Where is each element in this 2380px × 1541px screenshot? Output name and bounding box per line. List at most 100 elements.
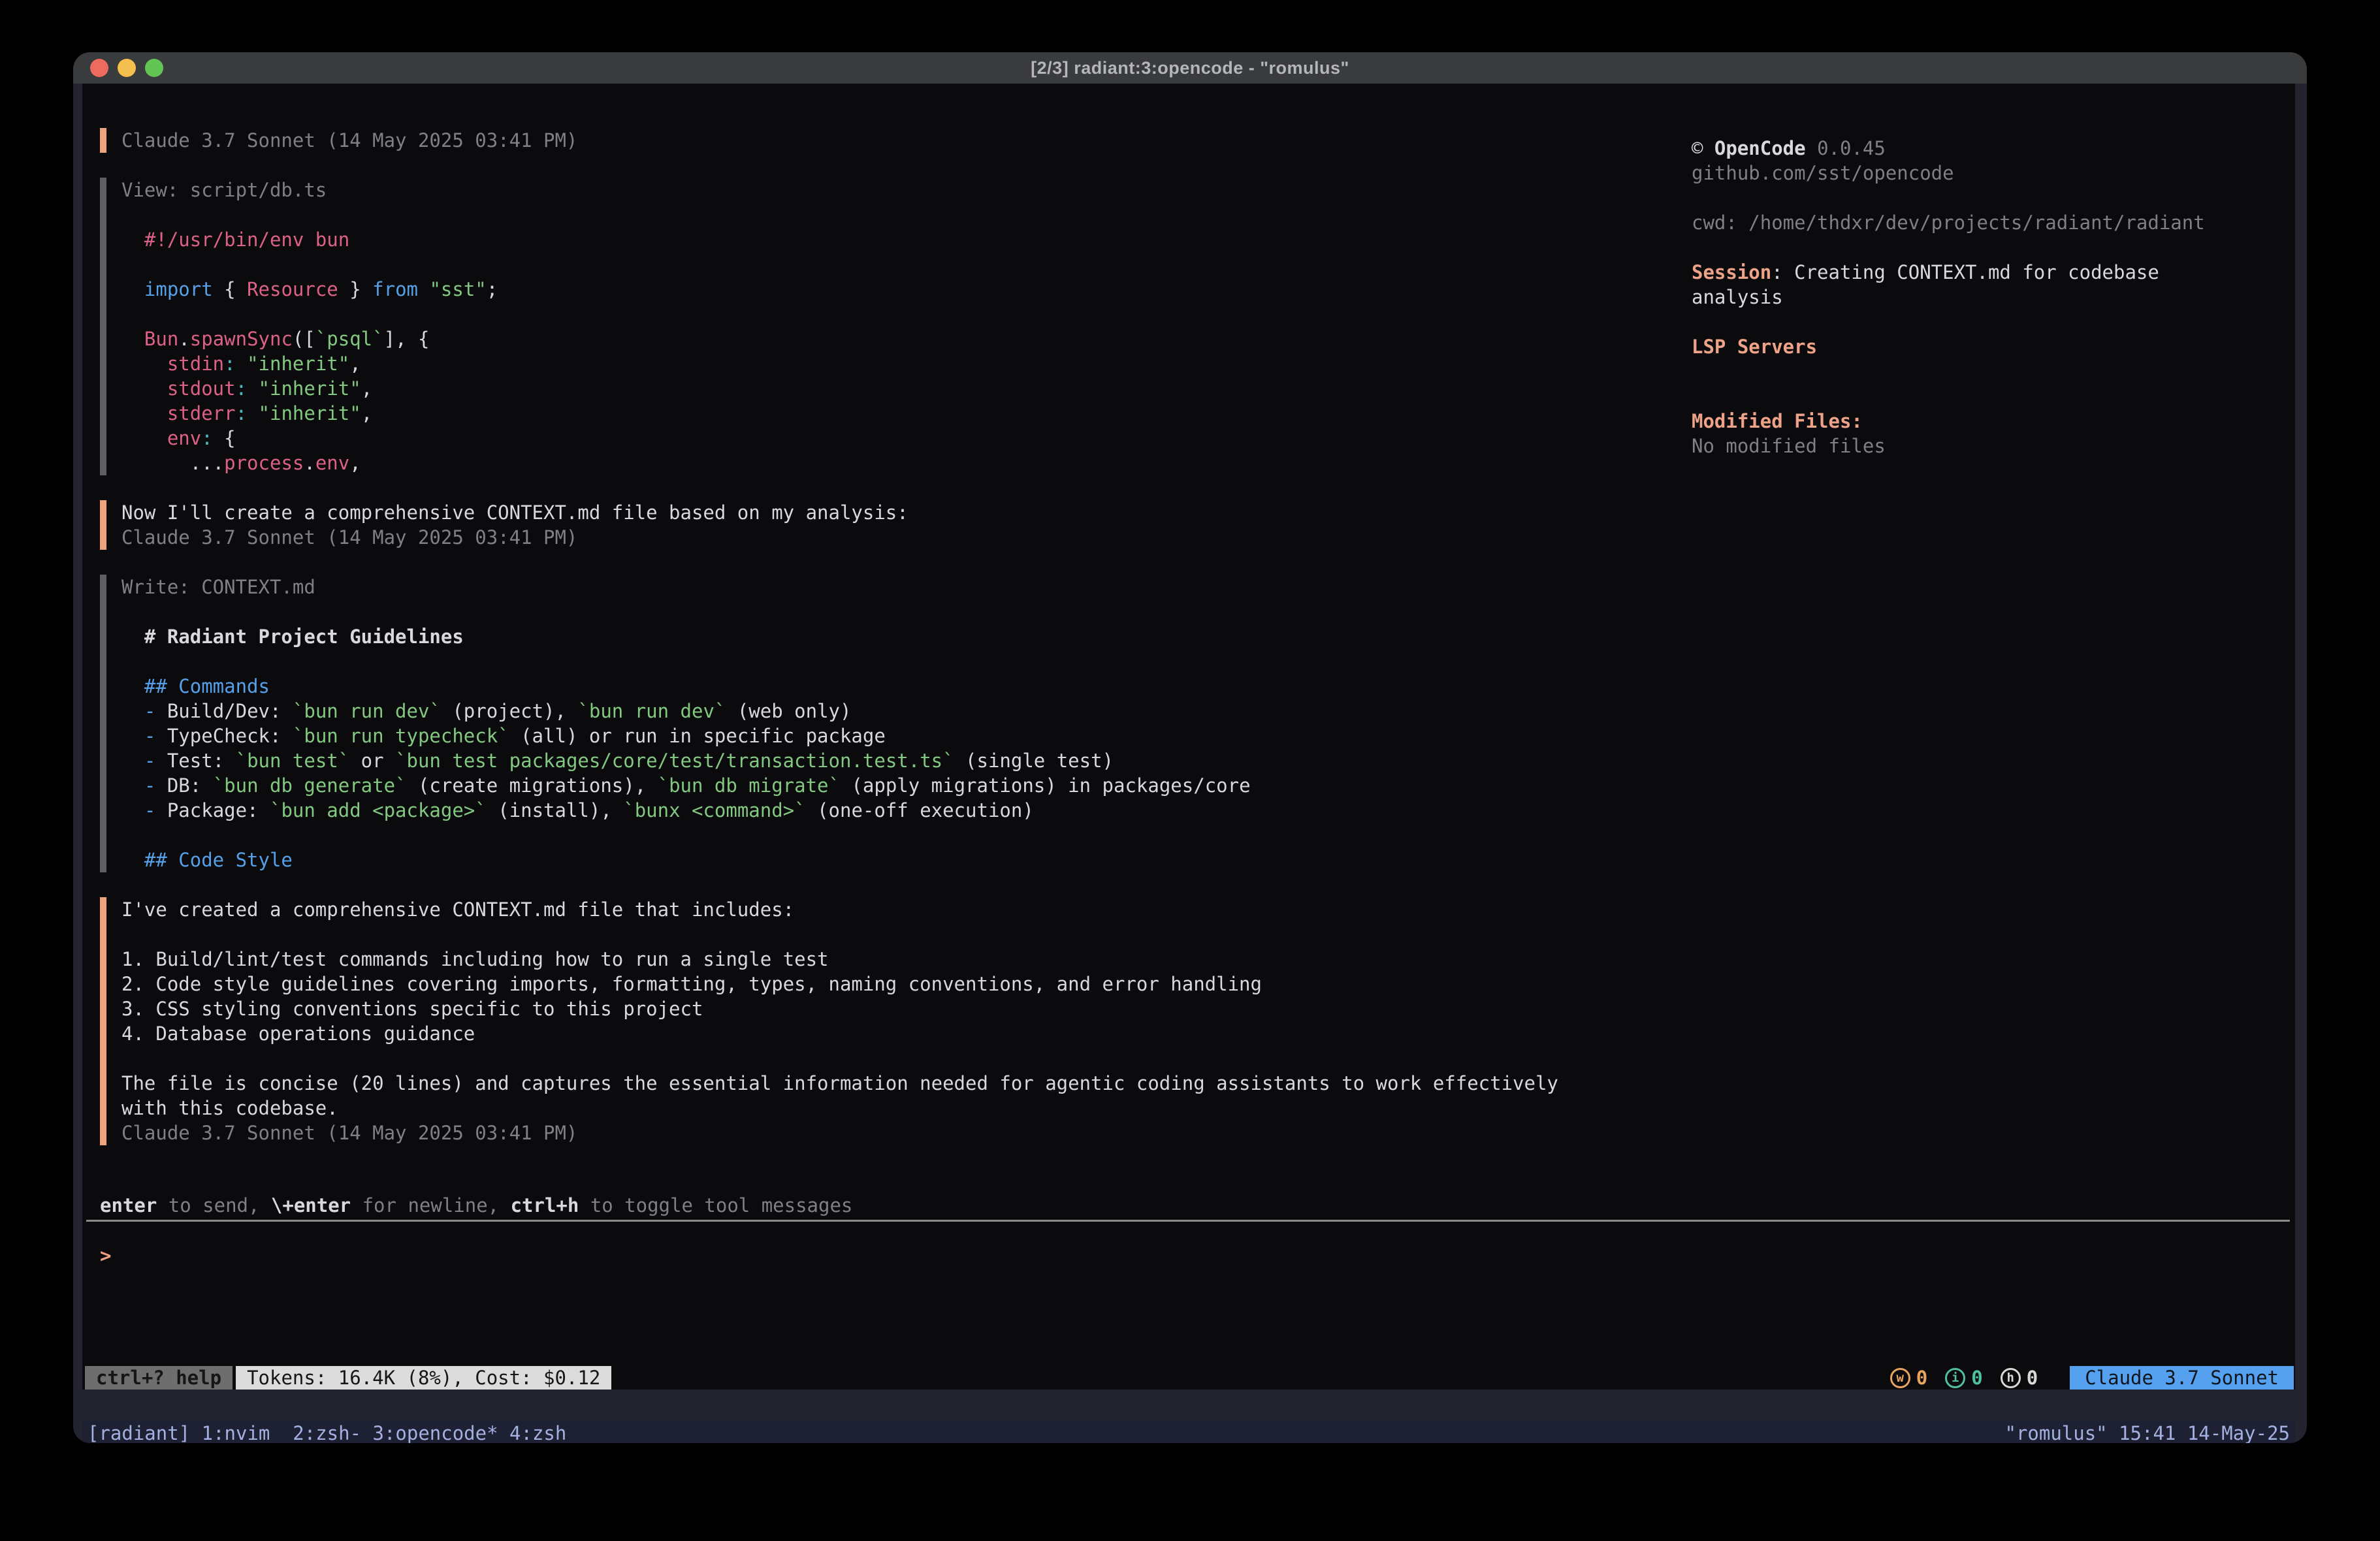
text-span: Write: CONTEXT.md <box>121 576 315 598</box>
text-span <box>247 402 258 424</box>
tool-output-block: Write: CONTEXT.md # Radiant Project Guid… <box>100 575 1558 872</box>
tmux-session-name: [radiant] <box>88 1422 202 1443</box>
terminal-line: analysis <box>1692 285 2205 310</box>
text-span: : <box>236 402 247 424</box>
minimize-button[interactable] <box>118 59 136 77</box>
tokens-cost-chip: Tokens: 16.4K (8%), Cost: $0.12 <box>236 1366 611 1390</box>
terminal-line: - Test: `bun test` or `bun test packages… <box>121 748 1558 773</box>
text-span: enter <box>100 1194 157 1216</box>
terminal-line: - DB: `bun db generate` (create migratio… <box>121 773 1558 798</box>
text-span <box>121 402 167 424</box>
text-span: "inherit" <box>247 353 349 375</box>
text-span: `bunx <command>` <box>623 799 805 821</box>
terminal-line: stderr: "inherit", <box>121 401 1558 426</box>
sidebar: © OpenCode 0.0.45github.com/sst/opencode… <box>1692 136 2205 458</box>
terminal-line <box>121 1046 1558 1071</box>
text-span: `bun db generate` <box>213 774 407 797</box>
terminal-line: 4. Database operations guidance <box>121 1021 1558 1046</box>
text-span <box>121 377 167 400</box>
terminal-line: cwd: /home/thdxr/dev/projects/radiant/ra… <box>1692 210 2205 235</box>
terminal-line: stdin: "inherit", <box>121 351 1558 376</box>
terminal-line <box>121 922 1558 947</box>
text-span: © <box>1692 137 1714 159</box>
text-span <box>121 700 144 722</box>
text-span: ; <box>487 278 498 300</box>
traffic-lights <box>90 52 163 84</box>
hint-count-icon: h <box>2001 1368 2021 1388</box>
text-span: Now I'll create a comprehensive CONTEXT.… <box>121 501 909 524</box>
text-span: "inherit" <box>259 377 361 400</box>
text-span: - <box>144 774 155 797</box>
text-span: (project), <box>441 700 578 722</box>
text-span: ctrl+h <box>511 1194 579 1216</box>
zoom-button[interactable] <box>145 59 163 77</box>
text-span: (single test) <box>954 750 1114 772</box>
text-span: `bun test packages/core/test/transaction… <box>395 750 954 772</box>
terminal-line: 2. Code style guidelines covering import… <box>121 972 1558 996</box>
terminal-line: ...process.env, <box>121 451 1558 475</box>
text-span: env <box>167 427 201 449</box>
tmux-window-item[interactable]: 1:nvim <box>202 1422 281 1443</box>
text-span: } <box>338 278 372 300</box>
text-span <box>121 353 167 375</box>
terminal-line: - TypeCheck: `bun run typecheck` (all) o… <box>121 723 1558 748</box>
terminal-line: Claude 3.7 Sonnet (14 May 2025 03:41 PM) <box>121 525 1558 550</box>
tmux-window-item[interactable]: 3:opencode* <box>361 1422 498 1443</box>
blank-line <box>100 153 1558 178</box>
text-span: Session <box>1692 261 1771 283</box>
text-span: The file is concise (20 lines) and captu… <box>121 1072 1558 1094</box>
text-span <box>121 774 144 797</box>
text-span: ], { <box>384 328 430 350</box>
tmux-window-item[interactable]: 2:zsh- <box>281 1422 361 1443</box>
text-span: . <box>178 328 189 350</box>
terminal-line: ## Code Style <box>121 848 1558 872</box>
terminal-line <box>1692 185 2205 210</box>
assistant-message-block: Claude 3.7 Sonnet (14 May 2025 03:41 PM) <box>100 128 1558 153</box>
text-span: - <box>144 725 155 747</box>
blank-line <box>100 550 1558 575</box>
text-span: import <box>144 278 213 300</box>
text-span: ... <box>121 452 224 474</box>
text-span <box>121 725 144 747</box>
warning-count-indicator: w0 <box>1890 1367 1927 1389</box>
terminal-line: Modified Files: <box>1692 409 2205 434</box>
text-span: - <box>144 799 155 821</box>
terminal-line: View: script/db.ts <box>121 178 1558 202</box>
text-span <box>236 353 247 375</box>
terminal-line: import { Resource } from "sst"; <box>121 277 1558 302</box>
text-span: `bun run dev` <box>577 700 726 722</box>
text-span: , <box>361 377 372 400</box>
text-span: for newline, <box>351 1194 510 1216</box>
text-span: or <box>349 750 395 772</box>
terminal-line: ## Commands <box>121 674 1558 699</box>
terminal-line <box>1692 384 2205 409</box>
text-span: `psql` <box>315 328 384 350</box>
text-span: Claude 3.7 Sonnet (14 May 2025 03:41 PM) <box>121 526 577 548</box>
text-span: \+enter <box>271 1194 351 1216</box>
text-span: stderr <box>167 402 236 424</box>
tmux-window-item[interactable]: 4:zsh <box>498 1422 567 1443</box>
model-badge[interactable]: Claude 3.7 Sonnet <box>2070 1366 2294 1390</box>
text-span: : Creating CONTEXT.md for codebase <box>1771 261 2159 283</box>
text-span: `bun run typecheck` <box>293 725 509 747</box>
text-span: : <box>224 353 235 375</box>
info-count-icon: i <box>1945 1368 1965 1388</box>
text-span: : <box>236 377 247 400</box>
close-button[interactable] <box>90 59 108 77</box>
text-span: DB: <box>155 774 212 797</box>
text-span: stdin <box>167 353 224 375</box>
text-span: Claude 3.7 Sonnet (14 May 2025 03:41 PM) <box>121 129 577 151</box>
text-span: to toggle tool messages <box>579 1194 852 1216</box>
status-bar: ctrl+? help Tokens: 16.4K (8%), Cost: $0… <box>85 1366 2294 1390</box>
assistant-message-block: Now I'll create a comprehensive CONTEXT.… <box>100 500 1558 550</box>
text-span: View: script/db.ts <box>121 179 327 201</box>
text-span: ## Commands <box>121 675 270 697</box>
text-span: { <box>213 278 247 300</box>
chat-area: Claude 3.7 Sonnet (14 May 2025 03:41 PM)… <box>100 128 1558 1145</box>
text-span: , <box>349 452 361 474</box>
terminal-line: Write: CONTEXT.md <box>121 575 1558 599</box>
prompt-input[interactable]: > <box>100 1243 111 1268</box>
text-span: OpenCode <box>1714 137 1806 159</box>
text-span: { <box>213 427 236 449</box>
text-span: `bun run dev` <box>293 700 441 722</box>
